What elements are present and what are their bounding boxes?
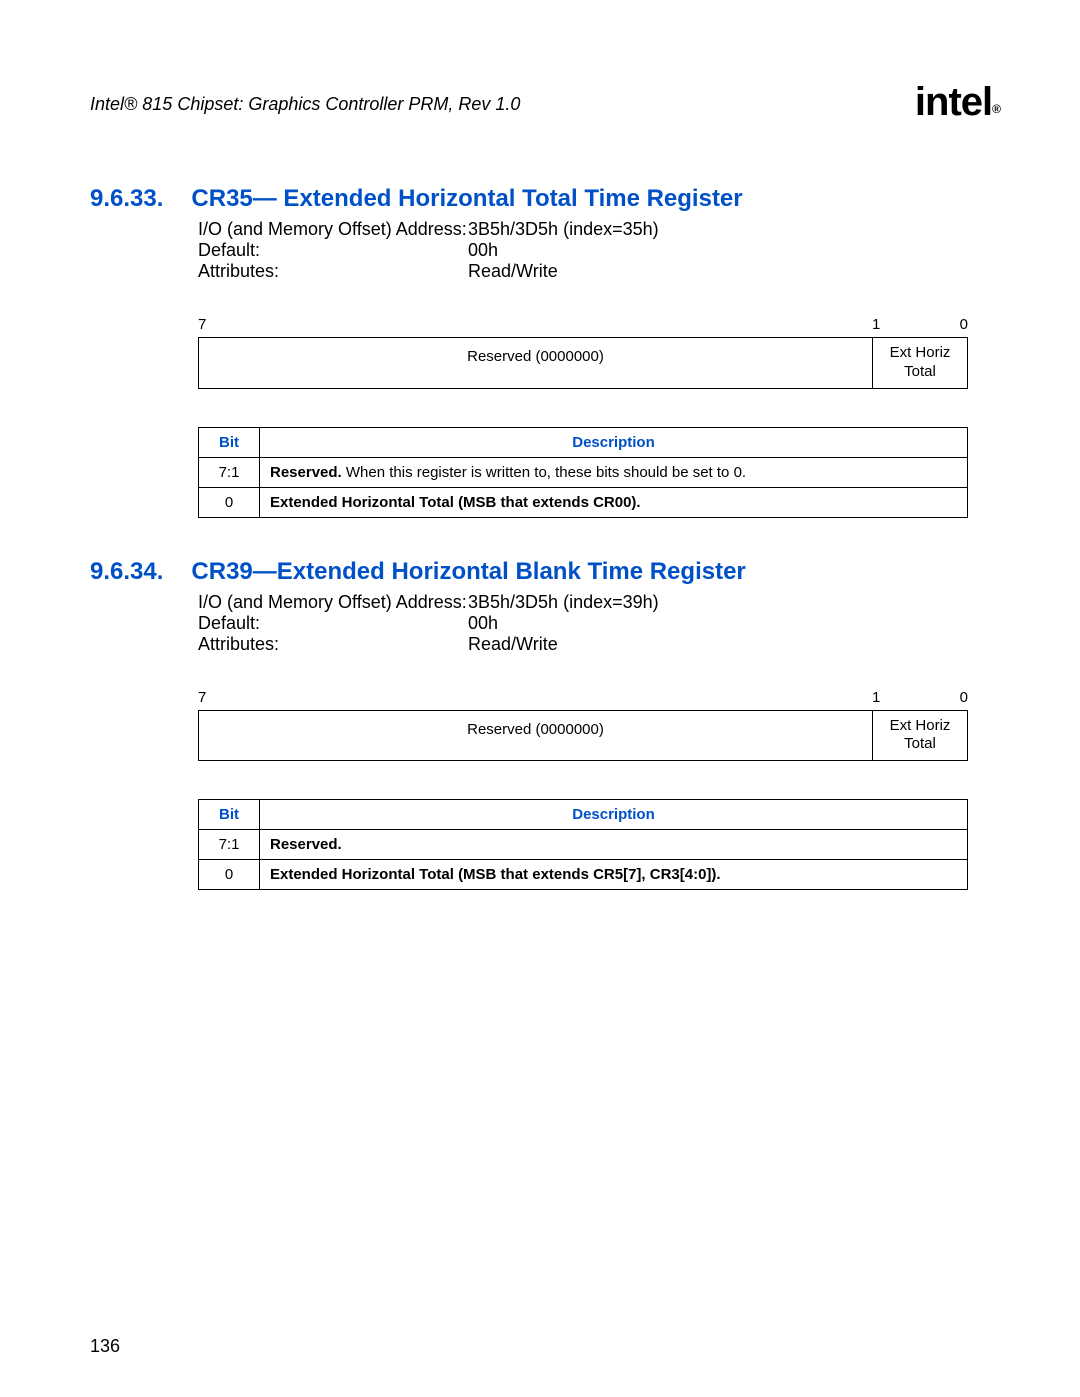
section-title: CR39—Extended Horizontal Blank Time Regi… — [191, 558, 745, 586]
intel-logo: intel® — [915, 80, 1000, 125]
bit-layout: 7 1 0 Reserved (0000000) Ext Horiz Total — [198, 316, 968, 389]
section-number: 9.6.33. — [90, 185, 163, 213]
ext-line1: Ext Horiz — [890, 717, 951, 734]
register-info: I/O (and Memory Offset) Address: 3B5h/3D… — [198, 592, 1000, 655]
section-title: CR35— Extended Horizontal Total Time Reg… — [191, 185, 742, 213]
section-number: 9.6.34. — [90, 558, 163, 586]
desc-rest: When this register is written to, these … — [342, 464, 746, 481]
cell-description: Reserved. When this register is written … — [260, 457, 968, 487]
info-row: Attributes: Read/Write — [198, 634, 1000, 655]
cell-description: Reserved. — [260, 830, 968, 860]
info-label: I/O (and Memory Offset) Address: — [198, 219, 468, 240]
bit-diagram: Reserved (0000000) Ext Horiz Total — [198, 710, 968, 762]
cell-description: Extended Horizontal Total (MSB that exte… — [260, 487, 968, 517]
section-9-6-33: 9.6.33. CR35— Extended Horizontal Total … — [90, 185, 1000, 518]
info-value: 3B5h/3D5h (index=35h) — [468, 219, 659, 240]
col-bit: Bit — [199, 800, 260, 830]
section-9-6-34: 9.6.34. CR39—Extended Horizontal Blank T… — [90, 558, 1000, 891]
section-heading: 9.6.33. CR35— Extended Horizontal Total … — [90, 185, 1000, 213]
ext-line2: Total — [904, 363, 936, 380]
logo-text: intel — [915, 80, 992, 124]
bit-num: 1 — [872, 689, 942, 706]
table-row: 0 Extended Horizontal Total (MSB that ex… — [199, 487, 968, 517]
cell-description: Extended Horizontal Total (MSB that exte… — [260, 860, 968, 890]
bit-num: 0 — [942, 689, 968, 706]
info-row: I/O (and Memory Offset) Address: 3B5h/3D… — [198, 592, 1000, 613]
bit-description-table: Bit Description 7:1 Reserved. When this … — [198, 427, 968, 518]
col-bit: Bit — [199, 427, 260, 457]
ext-horiz-field: Ext Horiz Total — [873, 338, 967, 388]
bit-numbers: 7 1 0 — [198, 689, 968, 706]
info-label: Default: — [198, 240, 468, 261]
info-row: I/O (and Memory Offset) Address: 3B5h/3D… — [198, 219, 1000, 240]
bit-diagram: Reserved (0000000) Ext Horiz Total — [198, 337, 968, 389]
reserved-field: Reserved (0000000) — [199, 711, 873, 761]
bit-num: 1 — [872, 316, 942, 333]
doc-title: Intel® 815 Chipset: Graphics Controller … — [90, 94, 520, 115]
bit-numbers: 7 1 0 — [198, 316, 968, 333]
info-value: Read/Write — [468, 634, 558, 655]
page-header: Intel® 815 Chipset: Graphics Controller … — [90, 70, 1000, 115]
ext-line2: Total — [904, 735, 936, 752]
info-row: Attributes: Read/Write — [198, 261, 1000, 282]
table-row: 7:1 Reserved. When this register is writ… — [199, 457, 968, 487]
desc-bold: Extended Horizontal Total (MSB that exte… — [270, 494, 641, 511]
cell-bit: 7:1 — [199, 830, 260, 860]
table-row: 0 Extended Horizontal Total (MSB that ex… — [199, 860, 968, 890]
info-label: Default: — [198, 613, 468, 634]
bit-num: 0 — [942, 316, 968, 333]
info-label: I/O (and Memory Offset) Address: — [198, 592, 468, 613]
info-label: Attributes: — [198, 634, 468, 655]
info-row: Default: 00h — [198, 613, 1000, 634]
info-value: 00h — [468, 240, 498, 261]
desc-bold: Reserved. — [270, 464, 342, 481]
cell-bit: 0 — [199, 860, 260, 890]
info-label: Attributes: — [198, 261, 468, 282]
reserved-field: Reserved (0000000) — [199, 338, 873, 388]
info-row: Default: 00h — [198, 240, 1000, 261]
col-description: Description — [260, 800, 968, 830]
col-description: Description — [260, 427, 968, 457]
ext-line1: Ext Horiz — [890, 344, 951, 361]
page-number: 136 — [90, 1336, 120, 1357]
bit-layout: 7 1 0 Reserved (0000000) Ext Horiz Total — [198, 689, 968, 762]
info-value: Read/Write — [468, 261, 558, 282]
table-header: Bit Description — [199, 800, 968, 830]
cell-bit: 7:1 — [199, 457, 260, 487]
info-value: 3B5h/3D5h (index=39h) — [468, 592, 659, 613]
table-header: Bit Description — [199, 427, 968, 457]
ext-horiz-field: Ext Horiz Total — [873, 711, 967, 761]
bit-description-table: Bit Description 7:1 Reserved. 0 Extended… — [198, 799, 968, 890]
register-info: I/O (and Memory Offset) Address: 3B5h/3D… — [198, 219, 1000, 282]
section-heading: 9.6.34. CR39—Extended Horizontal Blank T… — [90, 558, 1000, 586]
table-row: 7:1 Reserved. — [199, 830, 968, 860]
page: Intel® 815 Chipset: Graphics Controller … — [0, 0, 1080, 890]
info-value: 00h — [468, 613, 498, 634]
cell-bit: 0 — [199, 487, 260, 517]
desc-bold: Extended Horizontal Total (MSB that exte… — [270, 866, 721, 883]
logo-sub: ® — [992, 102, 1000, 116]
desc-bold: Reserved. — [270, 836, 342, 853]
